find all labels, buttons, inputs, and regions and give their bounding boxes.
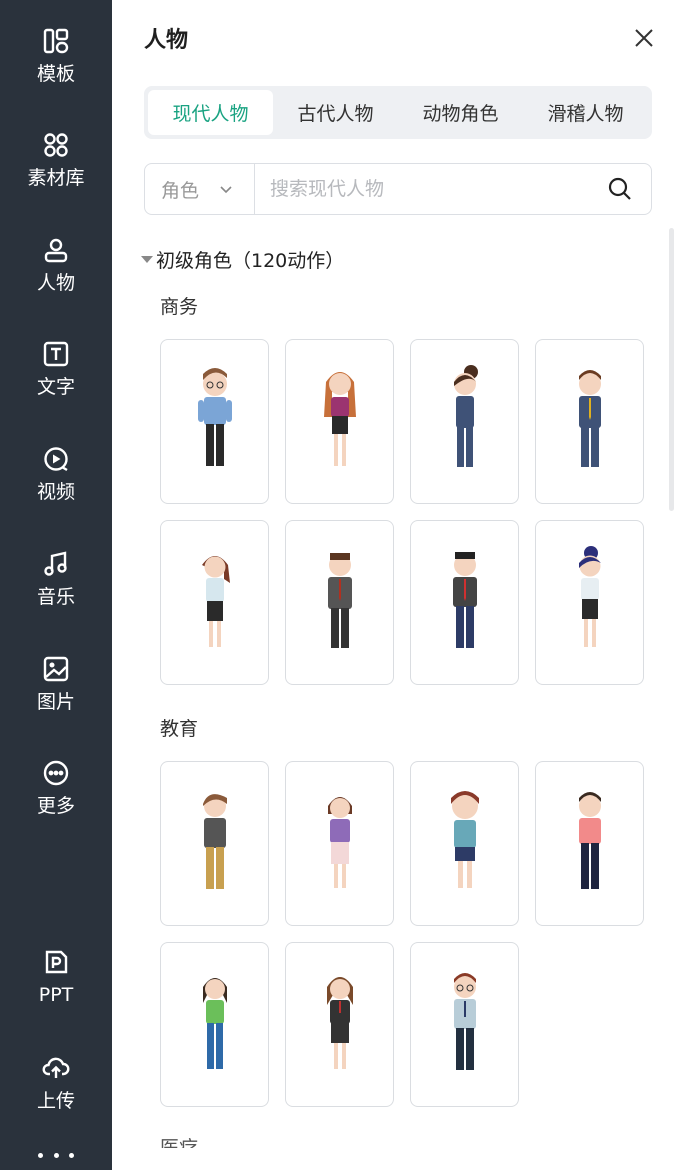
sidebar-item-label: 文字	[36, 376, 75, 398]
search-icon[interactable]	[607, 176, 633, 202]
sidebar-item-label: 图片	[36, 691, 75, 713]
character-card[interactable]	[285, 339, 394, 504]
sidebar: 模板 素材库 人物 文字 视频 音乐 图片 更多 PPT 上传	[0, 0, 112, 1170]
sidebar-item-upload[interactable]: 上传	[0, 1053, 112, 1123]
sidebar-item-person[interactable]: 人物	[0, 235, 112, 305]
sidebar-item-asset-library[interactable]: 素材库	[0, 130, 112, 200]
ppt-icon	[41, 947, 71, 977]
section-label-medical: 医疗	[160, 1137, 199, 1148]
asset-library-icon	[41, 130, 71, 160]
character-thumbnail	[202, 793, 227, 889]
character-card[interactable]	[285, 942, 394, 1107]
character-card[interactable]	[285, 520, 394, 685]
sidebar-item-more[interactable]: 更多	[0, 758, 112, 828]
more-dots-icon[interactable]	[38, 1148, 74, 1162]
character-thumbnail	[453, 364, 478, 467]
character-card[interactable]	[160, 520, 269, 685]
group-title: 初级角色（120动作）	[156, 250, 345, 272]
character-thumbnail	[453, 972, 476, 1070]
character-thumbnail	[323, 371, 356, 466]
section-label-education: 教育	[160, 718, 199, 740]
character-card[interactable]	[535, 761, 644, 926]
template-icon	[41, 26, 71, 56]
character-card[interactable]	[160, 942, 269, 1107]
search-input[interactable]	[255, 164, 607, 214]
character-thumbnail	[326, 976, 353, 1069]
character-card[interactable]	[535, 520, 644, 685]
sidebar-item-label: PPT	[38, 984, 74, 1006]
tab-modern-characters[interactable]: 现代人物	[148, 90, 273, 135]
character-thumbnail	[452, 551, 477, 648]
panel-title: 人物	[144, 28, 189, 53]
character-card[interactable]	[160, 761, 269, 926]
category-tabs: 现代人物 古代人物 动物角色 滑稽人物	[144, 86, 652, 139]
character-thumbnail	[201, 555, 230, 647]
character-thumbnail	[197, 367, 232, 466]
sidebar-item-label: 人物	[36, 272, 75, 294]
character-card[interactable]	[410, 761, 519, 926]
character-thumbnail	[202, 977, 227, 1069]
character-thumbnail	[450, 790, 479, 888]
tab-ancient-characters[interactable]: 古代人物	[273, 90, 398, 135]
caret-down-icon	[141, 256, 153, 263]
character-card[interactable]	[535, 339, 644, 504]
sidebar-item-music[interactable]: 音乐	[0, 549, 112, 619]
sidebar-item-label: 上传	[36, 1090, 75, 1112]
more-icon	[41, 758, 71, 788]
character-card[interactable]	[285, 761, 394, 926]
sidebar-item-ppt[interactable]: PPT	[0, 947, 112, 1017]
video-icon	[41, 444, 71, 474]
sidebar-item-label: 模板	[36, 63, 75, 85]
sidebar-item-label: 更多	[36, 795, 75, 817]
character-card[interactable]	[410, 339, 519, 504]
sidebar-item-image[interactable]: 图片	[0, 654, 112, 724]
character-panel: 人物 现代人物 古代人物 动物角色 滑稽人物 角色 初级角色（120动作） 商务	[112, 0, 681, 1170]
search-bar: 角色	[144, 163, 652, 215]
character-thumbnail	[578, 791, 601, 889]
character-card[interactable]	[410, 942, 519, 1107]
chevron-down-icon	[220, 186, 232, 194]
image-icon	[41, 654, 71, 684]
tab-funny-characters[interactable]: 滑稽人物	[523, 90, 648, 135]
character-thumbnail	[327, 552, 352, 648]
character-thumbnail	[327, 796, 352, 888]
section-label-business: 商务	[160, 296, 199, 318]
character-thumbnail	[578, 545, 601, 647]
sidebar-item-templates[interactable]: 模板	[0, 26, 112, 96]
text-icon	[41, 339, 71, 369]
group-header[interactable]: 初级角色（120动作）	[141, 246, 344, 273]
sidebar-item-video[interactable]: 视频	[0, 444, 112, 514]
character-thumbnail	[578, 369, 601, 467]
sidebar-item-label: 音乐	[36, 586, 75, 608]
scrollbar[interactable]	[669, 228, 674, 511]
sidebar-item-label: 素材库	[27, 167, 85, 189]
role-filter-value: 角色	[161, 179, 200, 202]
person-icon	[41, 235, 71, 265]
tab-animal-characters[interactable]: 动物角色	[398, 90, 523, 135]
music-icon	[41, 549, 71, 579]
character-card[interactable]	[410, 520, 519, 685]
sidebar-item-label: 视频	[36, 481, 75, 503]
close-icon[interactable]	[632, 26, 656, 50]
character-card[interactable]	[160, 339, 269, 504]
upload-icon	[41, 1053, 71, 1083]
role-filter-select[interactable]: 角色	[145, 164, 255, 214]
sidebar-item-text[interactable]: 文字	[0, 339, 112, 409]
